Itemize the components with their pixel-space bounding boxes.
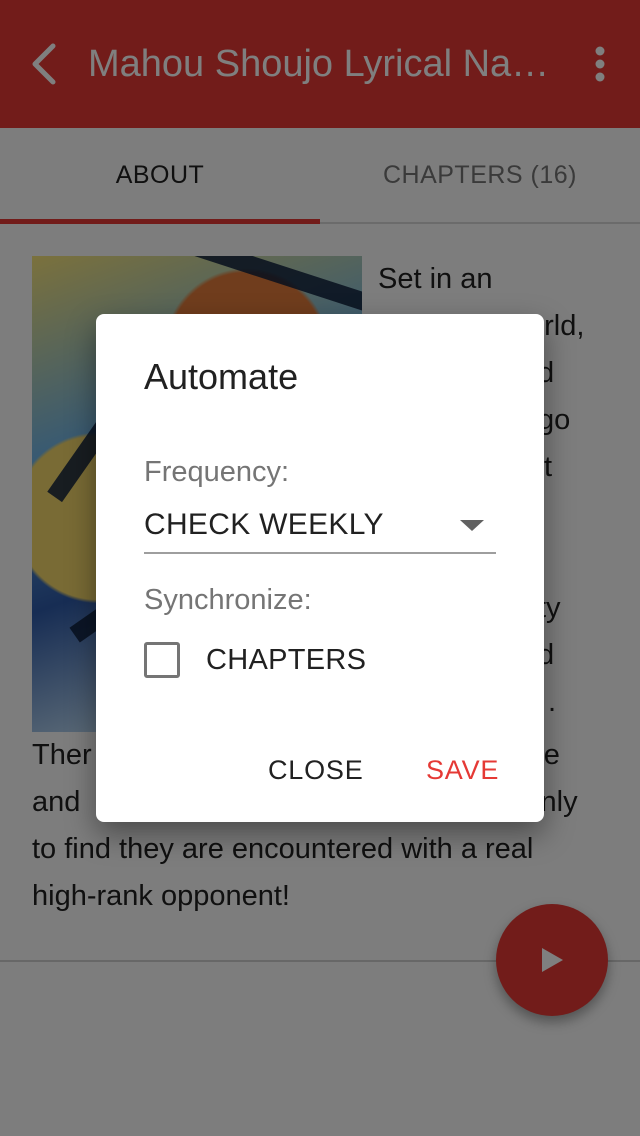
chapters-checkbox-row[interactable]: CHAPTERS xyxy=(144,638,366,682)
automate-dialog: Automate Frequency: CHECK WEEKLY Synchro… xyxy=(96,314,544,822)
close-button[interactable]: CLOSE xyxy=(268,748,364,792)
frequency-value: CHECK WEEKLY xyxy=(144,508,384,541)
frequency-label: Frequency: xyxy=(144,456,290,488)
chapters-checkbox[interactable] xyxy=(144,642,180,678)
chapters-checkbox-label: CHAPTERS xyxy=(206,643,367,676)
synchronize-label: Synchronize: xyxy=(144,584,312,616)
dialog-title: Automate xyxy=(144,356,299,397)
frequency-select[interactable]: CHECK WEEKLY xyxy=(144,498,496,554)
save-button[interactable]: SAVE xyxy=(426,748,499,792)
dropdown-arrow-icon xyxy=(460,519,484,531)
